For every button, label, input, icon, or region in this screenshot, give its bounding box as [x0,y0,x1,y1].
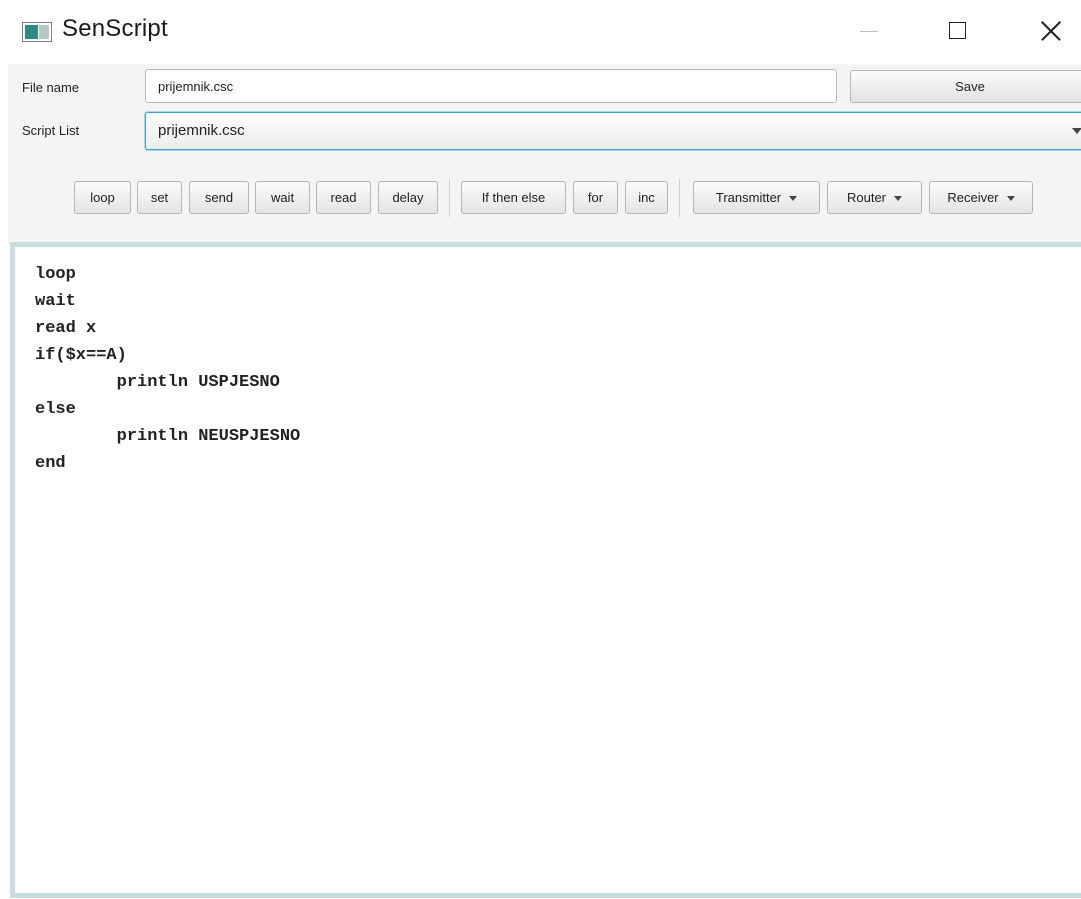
code-area: loop wait read x if($x==A) println USPJE… [35,261,300,477]
read-button[interactable]: read [316,181,371,214]
code-line: if($x==A) [35,346,127,365]
toolbar-separator [679,179,680,217]
code-line: else [35,400,76,419]
router-dropdown[interactable]: Router [827,181,922,214]
script-list-label: Script List [22,123,80,138]
caret-down-icon [789,196,798,202]
toolbar-separator [449,179,450,217]
code-line: end [35,454,66,473]
caret-down-icon [1006,196,1015,202]
set-button[interactable]: set [137,181,182,214]
for-button[interactable]: for [573,181,618,214]
caret-down-icon [894,196,903,202]
command-toolbar: loop set send wait read delay If then el… [8,179,1081,219]
loop-button[interactable]: loop [74,181,131,214]
receiver-dropdown[interactable]: Receiver [929,181,1033,214]
code-line: read x [35,319,97,338]
save-button[interactable]: Save [850,70,1081,103]
form-panel: File name Save Script List prijemnik.csc… [8,64,1081,244]
code-line: wait [35,292,76,311]
script-list-select[interactable]: prijemnik.csc [145,112,1081,150]
close-icon[interactable] [1027,14,1073,50]
wait-button[interactable]: wait [255,181,310,214]
transmitter-dropdown[interactable]: Transmitter [693,181,820,214]
script-list-value: prijemnik.csc [158,122,245,139]
delay-button[interactable]: delay [378,181,438,214]
code-line: println USPJESNO [35,373,280,392]
file-name-label: File name [22,80,80,95]
window-title: SenScript [62,15,168,42]
minimize-icon[interactable] [846,14,892,50]
chevron-down-icon [1072,128,1081,134]
router-label: Router [846,190,887,205]
receiver-label: Receiver [947,190,999,205]
inc-button[interactable]: inc [625,181,668,214]
script-editor[interactable]: loop wait read x if($x==A) println USPJE… [10,242,1081,898]
maximize-icon[interactable] [935,14,981,50]
if-then-else-button[interactable]: If then else [461,181,566,214]
code-line: println NEUSPJESNO [35,427,301,446]
file-name-input[interactable] [145,69,837,103]
title-bar: SenScript [0,0,1081,64]
transmitter-label: Transmitter [715,190,782,205]
app-icon [22,22,52,42]
code-line: loop [35,265,76,284]
send-button[interactable]: send [189,181,249,214]
